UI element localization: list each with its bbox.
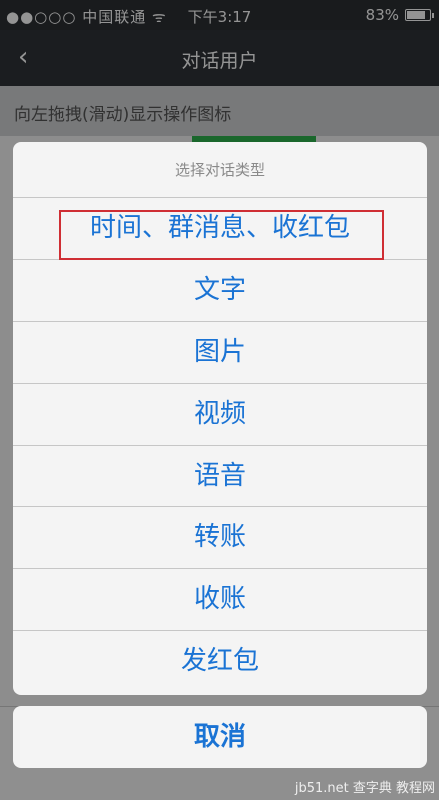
option-text[interactable]: 文字	[13, 260, 427, 322]
option-receive-payment[interactable]: 收账	[13, 569, 427, 632]
action-sheet: 选择对话类型 时间、群消息、收红包 文字 图片 视频 语音 转账 收账 发红包	[13, 142, 427, 695]
action-sheet-title: 选择对话类型	[13, 142, 427, 198]
option-send-redpacket[interactable]: 发红包	[13, 631, 427, 693]
option-time-group-redpacket[interactable]: 时间、群消息、收红包	[13, 198, 427, 260]
option-voice[interactable]: 语音	[13, 446, 427, 508]
watermark: jb51.net 查字典 教程网	[294, 781, 435, 796]
option-video[interactable]: 视频	[13, 384, 427, 446]
option-image[interactable]: 图片	[13, 322, 427, 384]
cancel-button[interactable]: 取消	[13, 706, 427, 768]
option-transfer[interactable]: 转账	[13, 507, 427, 570]
